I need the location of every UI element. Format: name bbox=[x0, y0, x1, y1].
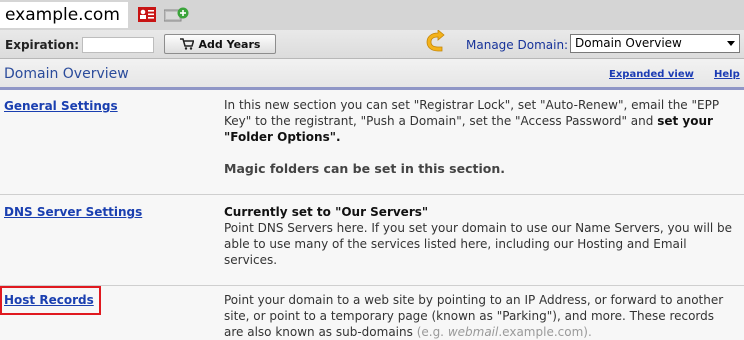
general-settings-text: In this new section you can set "Registr… bbox=[224, 98, 720, 128]
host-records-highlight bbox=[0, 286, 101, 315]
add-folder-icon[interactable] bbox=[164, 7, 189, 22]
dns-server-settings-row: DNS Server Settings Currently set to "Ou… bbox=[0, 195, 744, 286]
dns-description-text: Point DNS Servers here. If you set your … bbox=[224, 221, 733, 267]
manage-domain-select[interactable]: Domain Overview bbox=[570, 34, 740, 53]
magic-folders-note: Magic folders can be set in this section… bbox=[224, 161, 505, 176]
general-settings-row: General Settings In this new section you… bbox=[0, 90, 744, 195]
dns-server-settings-description: Currently set to "Our Servers" Point DNS… bbox=[224, 204, 734, 268]
host-records-row: Host Records Point your domain to a web … bbox=[0, 286, 744, 340]
expanded-view-link[interactable]: Expanded view bbox=[609, 69, 694, 80]
add-years-label: Add Years bbox=[198, 37, 261, 51]
expiration-field[interactable] bbox=[82, 37, 154, 53]
id-card-icon[interactable] bbox=[138, 7, 156, 22]
host-records-description: Point your domain to a web site by point… bbox=[224, 292, 734, 340]
general-settings-link[interactable]: General Settings bbox=[4, 99, 118, 113]
top-bar: example.com bbox=[0, 0, 744, 30]
example-suffix: .example.com). bbox=[498, 325, 592, 339]
general-settings-description: In this new section you can set "Registr… bbox=[224, 97, 734, 177]
cart-icon bbox=[179, 38, 194, 50]
example-italic: webmail bbox=[447, 325, 499, 339]
dns-status-text: Currently set to "Our Servers" bbox=[224, 205, 429, 219]
manage-domain-selected: Domain Overview bbox=[575, 36, 682, 50]
chevron-down-icon bbox=[727, 41, 735, 46]
section-header: Domain Overview Expanded view Help bbox=[0, 59, 744, 90]
add-years-button[interactable]: Add Years bbox=[164, 34, 276, 54]
expiration-label: Expiration: bbox=[5, 38, 80, 52]
domain-name: example.com bbox=[0, 2, 128, 28]
page-title: Domain Overview bbox=[4, 66, 129, 82]
help-link[interactable]: Help bbox=[714, 69, 740, 80]
manage-domain-label: Manage Domain: bbox=[466, 38, 569, 52]
example-prefix: (e.g. bbox=[412, 325, 448, 339]
dns-server-settings-link[interactable]: DNS Server Settings bbox=[4, 205, 142, 219]
back-arrow-icon[interactable] bbox=[424, 30, 448, 54]
